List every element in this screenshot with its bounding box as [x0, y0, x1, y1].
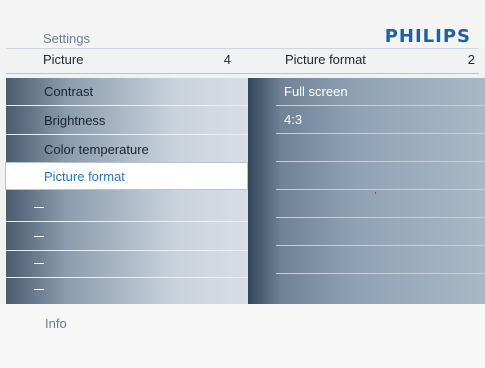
left-column-count: 4 — [223, 52, 231, 67]
menu-item-contrast[interactable]: Contrast — [6, 78, 248, 106]
option-label: Full screen — [284, 84, 348, 99]
menu-item-color-temperature[interactable]: Color temperature — [6, 136, 248, 164]
menu-item-label: Color temperature — [44, 142, 149, 157]
tv-settings-screen: Settings PHILIPS Picture 4 Picture forma… — [0, 0, 485, 368]
menu-item-label: Contrast — [44, 84, 94, 99]
menu-item-brightness[interactable]: Brightness — [6, 107, 248, 135]
row-marker — [34, 289, 44, 290]
left-column-title: Picture — [43, 52, 84, 67]
option-full-screen[interactable]: Full screen — [276, 78, 485, 106]
left-column-header: Picture 4 — [43, 52, 231, 73]
menu-item-label: Brightness — [44, 113, 106, 128]
settings-label: Settings — [43, 31, 90, 46]
menu-item-empty — [6, 276, 248, 304]
menu-item-empty — [6, 194, 248, 222]
brand-logo: PHILIPS — [384, 26, 471, 47]
menu-item-picture-format[interactable]: Picture format — [5, 162, 248, 190]
option-empty — [276, 134, 485, 162]
menu-item-empty — [6, 223, 248, 251]
option-empty — [276, 218, 485, 246]
info-label: Info — [45, 316, 67, 331]
menu-item-label: Picture format — [44, 169, 125, 184]
row-marker — [34, 236, 44, 237]
option-empty — [276, 274, 485, 302]
option-label: 4:3 — [284, 112, 303, 127]
option-4-3[interactable]: 4:3 — [276, 106, 485, 134]
option-empty — [276, 190, 485, 218]
option-empty — [276, 246, 485, 274]
footer-bar — [0, 304, 485, 368]
marker-dot — [375, 192, 376, 194]
right-column-count: 2 — [467, 52, 475, 67]
top-divider — [6, 48, 479, 49]
options-panel: Full screen 4:3 — [248, 78, 485, 304]
row-marker — [34, 263, 44, 264]
menu-item-empty — [6, 250, 248, 278]
right-column-header: Picture format 2 — [285, 52, 475, 73]
header-divider — [6, 73, 479, 74]
top-bar: Settings PHILIPS — [0, 0, 485, 48]
right-column-title: Picture format — [285, 52, 366, 67]
row-marker — [34, 207, 44, 208]
option-empty — [276, 162, 485, 190]
settings-menu: Contrast Brightness Color temperature Pi… — [5, 78, 248, 304]
